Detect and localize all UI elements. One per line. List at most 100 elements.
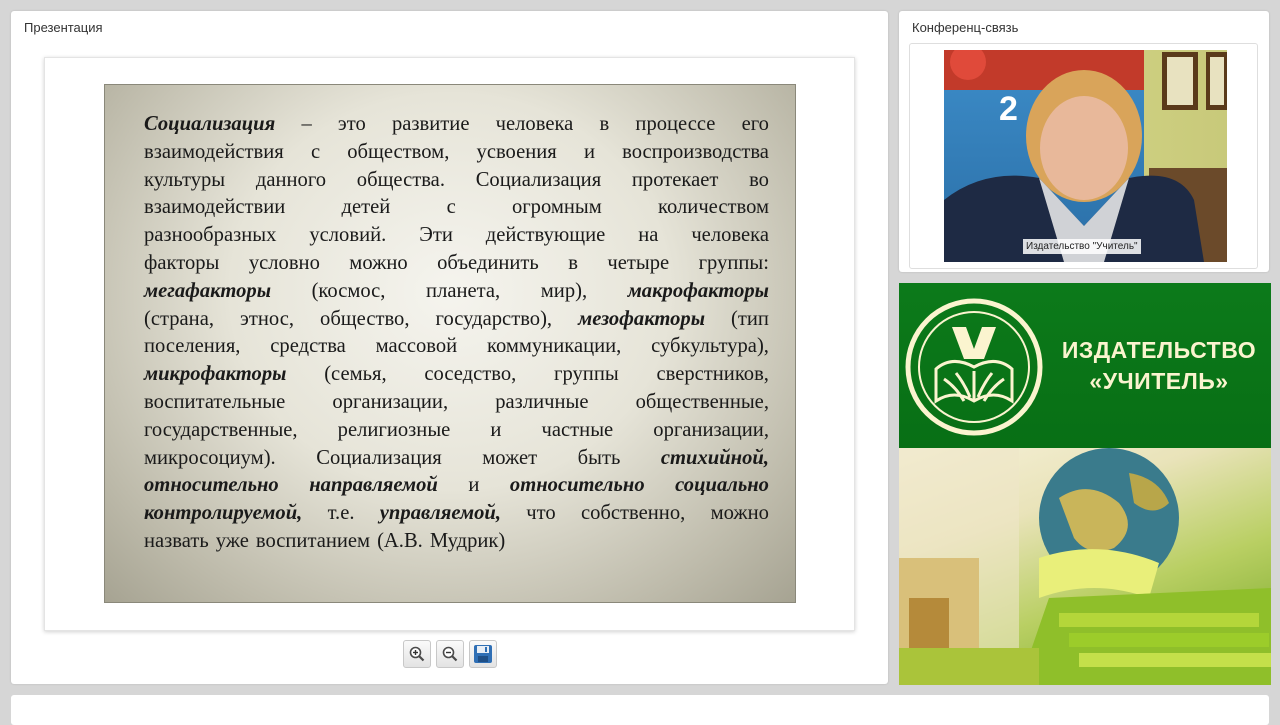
slide-word: управляемой,	[379, 502, 501, 525]
bottom-panel	[11, 695, 1269, 725]
slide-word: можно	[710, 502, 769, 525]
slide-word: воспроизводства	[622, 140, 769, 163]
slide-word: мир),	[540, 279, 588, 302]
slide-word: человека	[495, 113, 574, 135]
slide-word: воспитанием	[255, 529, 371, 552]
slide-word: организации,	[332, 390, 449, 413]
slide-word: данного	[255, 168, 327, 191]
slide-word: воспитательные	[144, 390, 286, 413]
slide-word: поселения,	[144, 335, 241, 358]
slide-word: факторы	[144, 251, 220, 274]
slide-word: развитие	[391, 113, 470, 135]
slide-word: быть	[577, 446, 621, 469]
slide-viewport: Социализация – это развитие человека в процесс…	[44, 57, 855, 631]
slide-word: мезофакторы	[578, 307, 705, 330]
slide-line: воспитательные организации, различные общес…	[144, 389, 769, 417]
presentation-panel: Презентация Социализация – это развитие чело…	[11, 11, 888, 684]
slide-word: относительно	[144, 474, 279, 497]
slide-word: условно	[248, 251, 320, 274]
slide-word: (А.В.	[377, 529, 423, 552]
slide-word: на	[638, 224, 659, 247]
slide-word: (тип	[731, 307, 769, 330]
slide-word: соседство,	[424, 363, 517, 386]
slide-line: относительно направляемой и относительно соц…	[144, 472, 769, 500]
slide-word: детей	[341, 196, 391, 219]
slide-word: средства	[270, 335, 346, 358]
slide-word: частные	[541, 418, 614, 441]
slide-word: можно	[349, 251, 408, 274]
slide-line: разнообразных условий. Эти действующие на чел…	[144, 222, 769, 250]
slide-word: государство),	[435, 307, 553, 330]
slide-word: государственные,	[144, 418, 298, 441]
zoom-out-button[interactable]	[436, 640, 464, 668]
slide-line: микросоциум). Социализация может быть стихий…	[144, 445, 769, 473]
presentation-toolbar	[400, 640, 500, 670]
video-feed: 2 Издательство "Учитель"	[944, 50, 1227, 262]
slide-word: Социализация	[475, 168, 602, 191]
save-button[interactable]	[469, 640, 497, 668]
slide-line: назвать уже воспитанием (А.В. Мудрик)	[144, 528, 769, 556]
slide-word: действующие	[485, 224, 606, 247]
slide-word: мегафакторы	[144, 279, 271, 302]
publisher-banner-image	[899, 448, 1271, 685]
slide-word: (семья,	[324, 363, 387, 386]
publisher-banner[interactable]: ИЗДАТЕЛЬСТВО «УЧИТЕЛЬ»	[899, 283, 1271, 685]
slide-word: массовой	[375, 335, 458, 358]
presentation-panel-title: Презентация	[24, 20, 103, 35]
save-icon	[474, 645, 492, 663]
slide-word: культуры	[144, 168, 226, 191]
slide-word: направляемой	[309, 474, 438, 497]
slide-word: что	[526, 502, 556, 525]
slide-word: религиозные	[337, 418, 451, 441]
slide-word: организации,	[653, 418, 769, 441]
slide-word: огромным	[511, 196, 602, 219]
slide-word: микросоциум).	[144, 446, 276, 469]
slide-word: т.е.	[327, 502, 355, 525]
slide-line: взаимодействии детей с огромным количеством	[144, 194, 769, 222]
publisher-banner-header: ИЗДАТЕЛЬСТВО «УЧИТЕЛЬ»	[899, 283, 1271, 448]
zoom-in-button[interactable]	[403, 640, 431, 668]
slide-word: социально	[675, 474, 769, 497]
slide-word: макрофакторы	[627, 279, 769, 302]
slide-line: взаимодействия с обществом, усвоения и воспро…	[144, 139, 769, 167]
slide-line: Социализация – это развитие человека в процесс…	[144, 111, 769, 139]
publisher-logo-icon	[905, 298, 1043, 436]
slide: Социализация – это развитие человека в процесс…	[104, 84, 796, 603]
slide-word: процессе	[635, 113, 716, 135]
slide-word: в	[568, 251, 578, 274]
slide-word: его	[741, 113, 769, 135]
publisher-name-line2: «УЧИТЕЛЬ»	[1089, 368, 1229, 394]
slide-word: назвать	[144, 529, 209, 552]
slide-word: этнос,	[240, 307, 294, 330]
slide-word: микрофакторы	[144, 363, 287, 386]
slide-word: протекает	[631, 168, 719, 191]
slide-word: (страна,	[144, 307, 214, 330]
slide-line: поселения, средства массовой коммуникации, с…	[144, 333, 769, 361]
slide-word: уже	[215, 529, 249, 552]
slide-text: Социализация – это развитие человека в процесс…	[144, 111, 769, 556]
slide-word: общественные,	[635, 390, 769, 413]
slide-word: с	[446, 196, 456, 219]
conference-panel-title: Конференц-связь	[912, 20, 1019, 35]
slide-word: количеством	[658, 196, 769, 219]
slide-line: контролируемой, т.е. управляемой, что собств…	[144, 500, 769, 528]
slide-line: микрофакторы (семья, соседство, группы сверс…	[144, 361, 769, 389]
slide-word: это	[337, 113, 366, 135]
slide-word: разнообразных	[144, 224, 277, 247]
slide-word: Мудрик)	[429, 529, 506, 552]
slide-word: Эти	[419, 224, 453, 247]
slide-line: культуры данного общества. Социализация прот…	[144, 167, 769, 195]
slide-word: в	[599, 113, 610, 135]
slide-word: и	[490, 418, 502, 441]
slide-word: собственно,	[580, 502, 686, 525]
slide-line: факторы условно можно объединить в четыре груп…	[144, 250, 769, 278]
slide-word: общества.	[356, 168, 445, 191]
slide-word: субкультура),	[651, 335, 769, 358]
slide-word: условий.	[309, 224, 387, 247]
slide-word: Социализация	[316, 446, 442, 469]
slide-word: взаимодействии	[144, 196, 286, 219]
slide-word: –	[301, 113, 312, 135]
slide-word: четыре	[607, 251, 670, 274]
slide-word: обществом,	[347, 140, 450, 163]
slide-word: и	[468, 474, 480, 497]
